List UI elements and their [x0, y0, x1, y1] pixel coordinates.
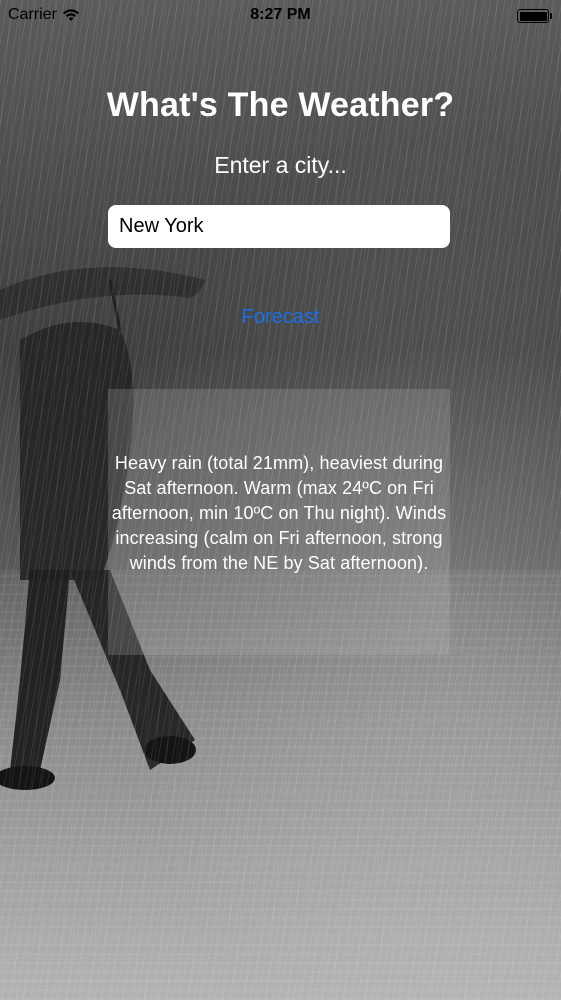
city-input[interactable] [108, 205, 450, 248]
page-title: What's The Weather? [106, 86, 455, 124]
battery-icon [517, 9, 552, 23]
battery-level [519, 11, 547, 21]
forecast-button[interactable]: Forecast [221, 303, 341, 331]
status-bar: Carrier 8:27 PM [0, 0, 561, 32]
clock: 8:27 PM [250, 6, 311, 23]
forecast-result-text: Heavy rain (total 21mm), heaviest during… [111, 453, 447, 573]
city-prompt-label: Enter a city... [214, 152, 347, 178]
